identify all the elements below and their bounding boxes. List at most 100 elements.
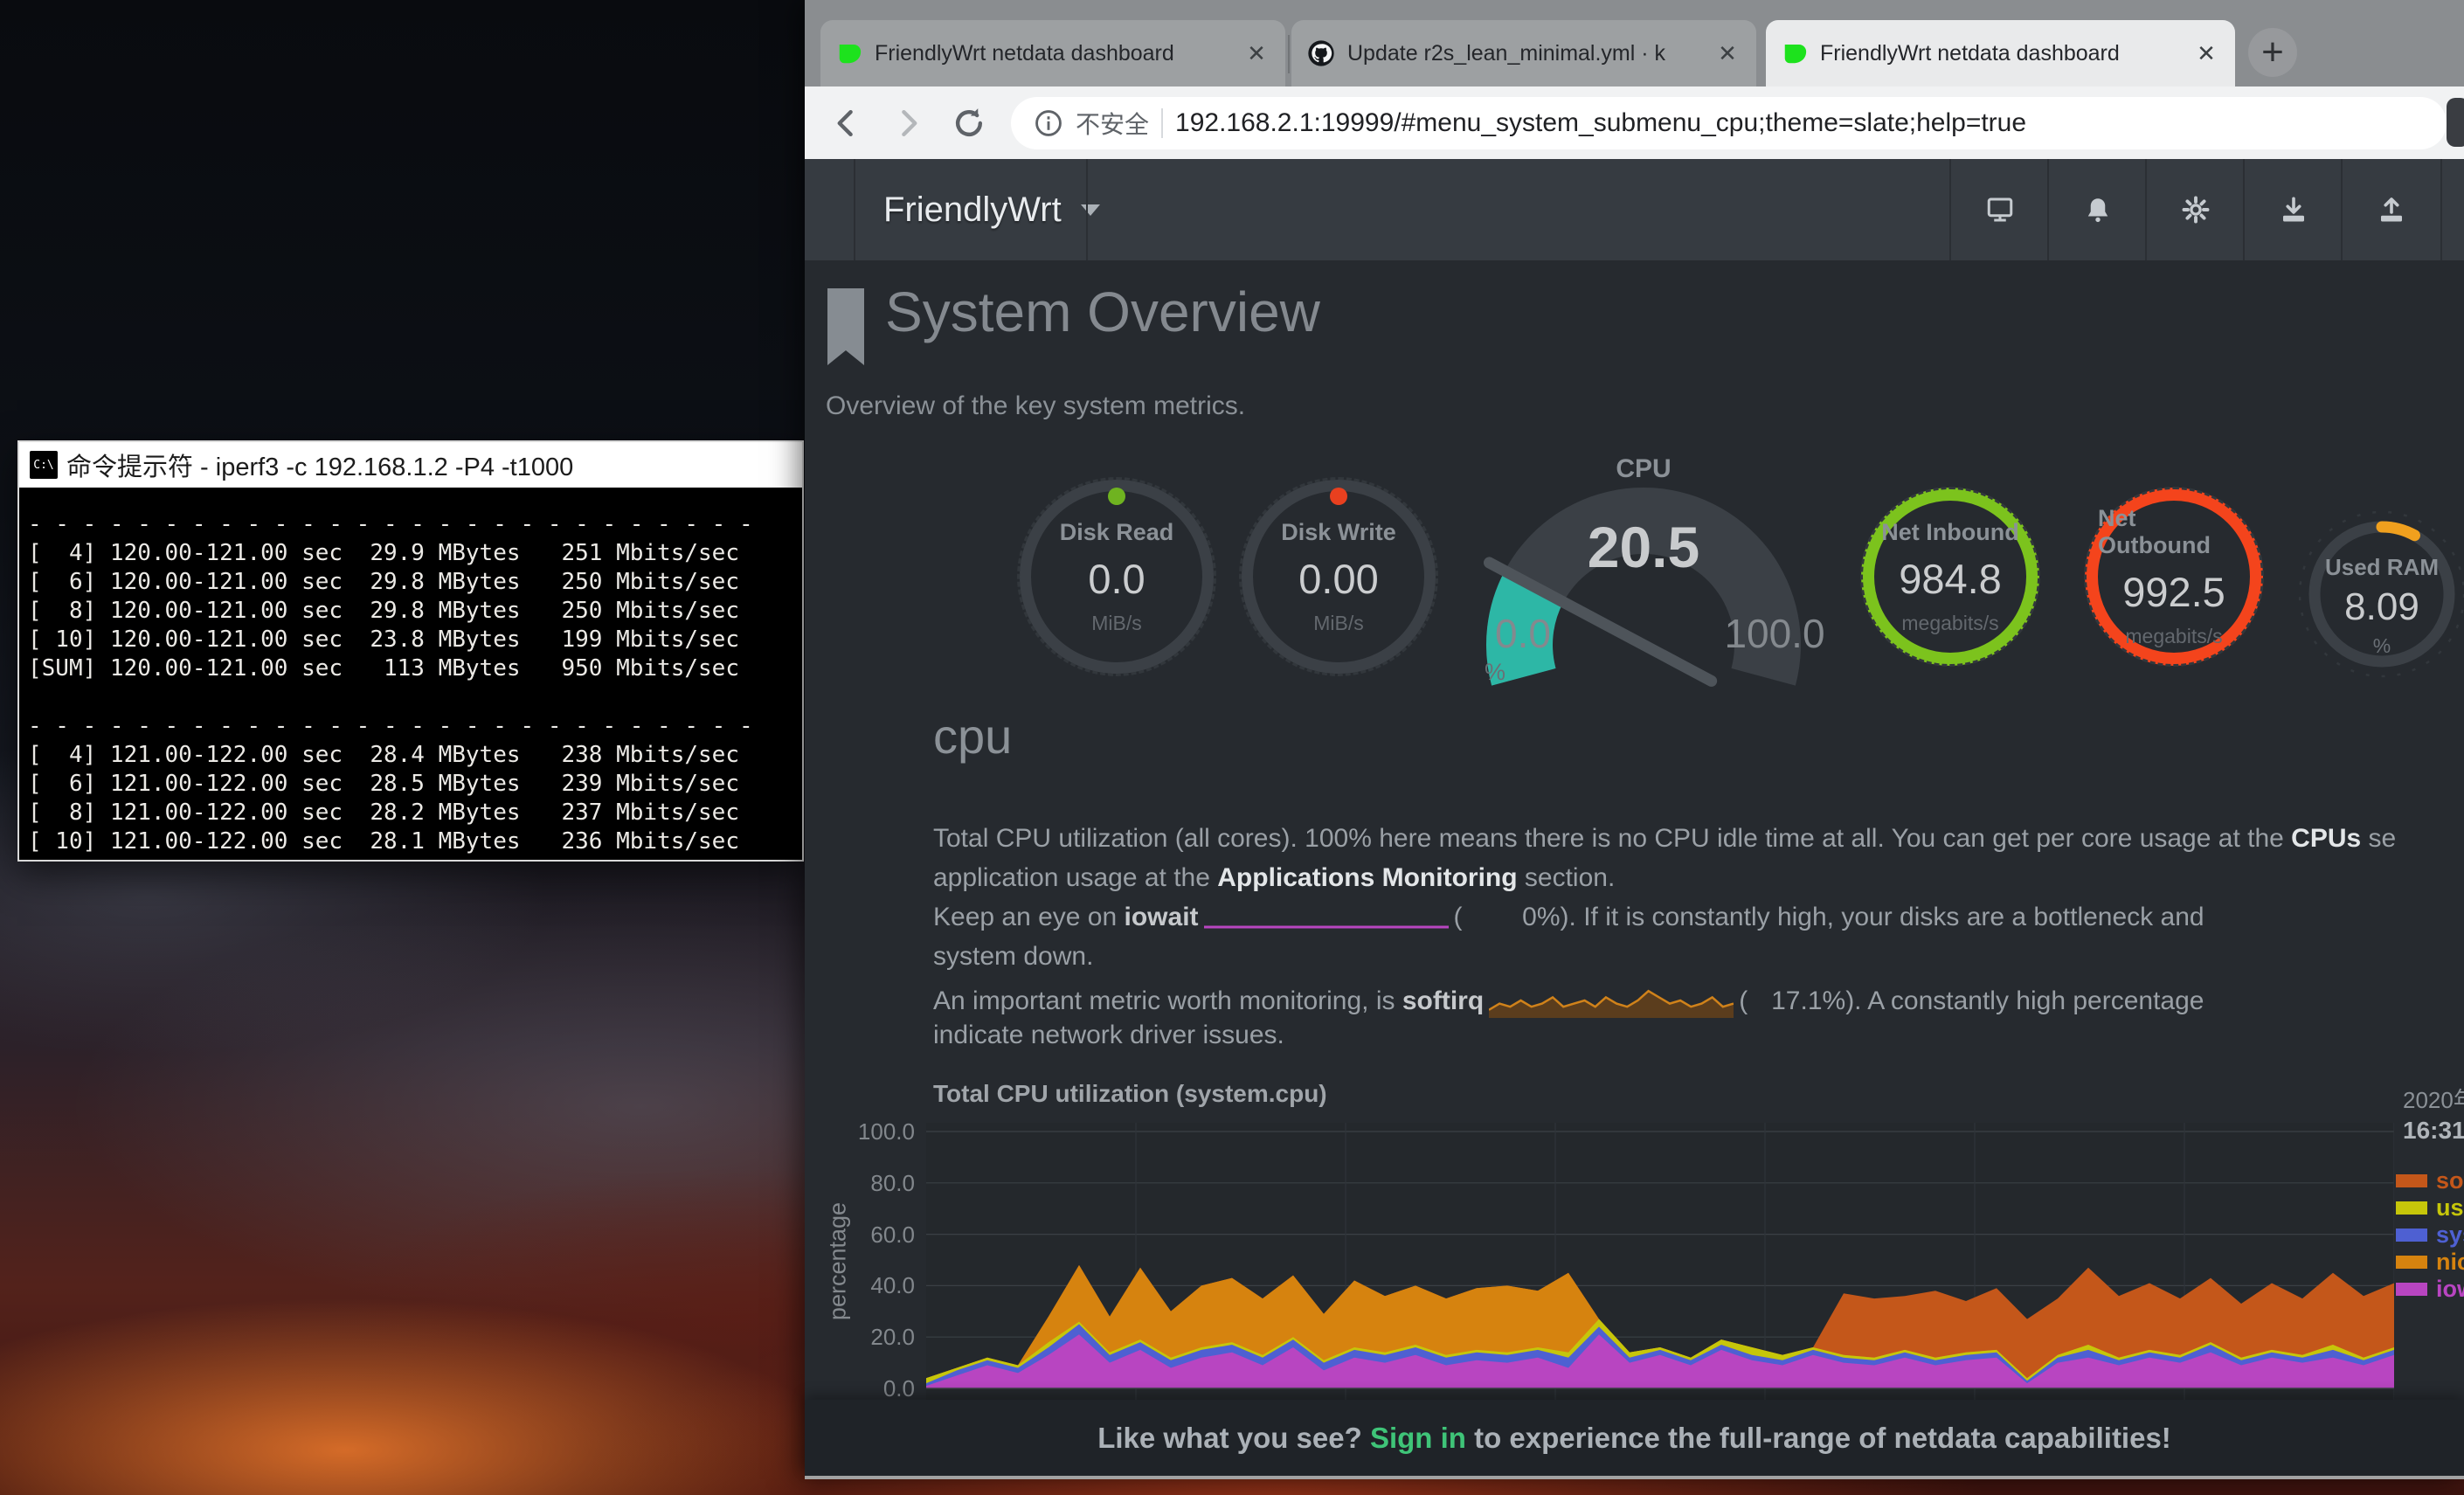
terminal-separator: - - - - - - - - - - - - - - - - - - - - … [28, 712, 790, 741]
chevron-down-icon [1081, 204, 1100, 216]
browser-tab-3-active[interactable]: FriendlyWrt netdata dashboard ✕ [1766, 20, 2235, 87]
text: ( [1739, 986, 1748, 1015]
url-divider [1161, 108, 1163, 138]
legend-item-softirq[interactable]: softirq [2396, 1167, 2464, 1194]
url-text[interactable]: 192.168.2.1:19999/#menu_system_submenu_c… [1175, 108, 2026, 138]
gear-icon [2180, 194, 2211, 225]
monitor-icon [1984, 194, 2016, 225]
text: system down. [933, 942, 1093, 971]
legend-label: system [2436, 1222, 2464, 1249]
cpu-description-line-6: indicate network driver issues. [933, 1021, 2464, 1050]
bell-icon [2082, 194, 2114, 225]
tab-title: FriendlyWrt netdata dashboard [1820, 41, 2179, 66]
text: Keep an eye on [933, 903, 1125, 931]
download-icon [2278, 194, 2309, 225]
tab-separator [1288, 35, 1290, 73]
gauge-min: 0.0 [1471, 610, 1575, 657]
legend-item-system[interactable]: system [2396, 1222, 2464, 1249]
legend-item-user[interactable]: user [2396, 1194, 2464, 1222]
new-tab-button[interactable]: + [2248, 28, 2297, 77]
ytick-100: 100.0 [812, 1118, 915, 1145]
gauge-label: Disk Read [1060, 519, 1174, 546]
softirq-term: softirq [1402, 986, 1484, 1015]
legend-item-iowait[interactable]: iowait [2396, 1276, 2464, 1303]
browser-tab-1[interactable]: FriendlyWrt netdata dashboard ✕ [820, 20, 1285, 87]
gauge-unit: MiB/s [1313, 612, 1364, 635]
forward-icon[interactable] [889, 104, 927, 142]
import-button[interactable] [2245, 159, 2343, 260]
reload-icon[interactable] [950, 104, 988, 142]
page-subtitle: Overview of the key system metrics. [826, 391, 1245, 421]
terminal-output: - - - - - - - - - - - - - - - - - - - - … [19, 488, 802, 860]
ytick-40: 40.0 [812, 1272, 915, 1299]
terminal-window[interactable]: C:\ 命令提示符 - iperf3 -c 192.168.1.2 -P4 -t… [17, 440, 804, 862]
cpu-description-line-2: application usage at the Applications Mo… [933, 863, 2464, 893]
applications-monitoring-link[interactable]: Applications Monitoring [1217, 863, 1517, 892]
cpu-utilization-chart[interactable] [926, 1123, 2394, 1400]
gauge-value: 0.0 [1088, 555, 1145, 603]
page-title: System Overview [885, 280, 1320, 344]
chart-ylabel: percentage [825, 1174, 852, 1349]
cpu-description-line-1: Total CPU utilization (all cores). 100% … [933, 824, 2464, 854]
ytick-20: 20.0 [812, 1324, 915, 1351]
legend-swatch [2396, 1256, 2427, 1269]
export-button[interactable] [2343, 159, 2440, 260]
netdata-tab-icon [836, 40, 862, 66]
cpus-link[interactable]: CPUs [2291, 824, 2361, 853]
tab-title: Update r2s_lean_minimal.yml · k [1347, 41, 1700, 66]
header-seam [1086, 159, 1088, 260]
signin-banner: Like what you see? Sign in to experience… [805, 1400, 2464, 1476]
browser-window: FriendlyWrt netdata dashboard ✕ Update r… [805, 0, 2464, 1479]
gauge-label: Net Inbound [1881, 519, 2018, 546]
netdata-host-name: FriendlyWrt [883, 190, 1062, 230]
gauge-unit: % [2312, 634, 2452, 658]
gauge-net-inbound[interactable]: Net Inbound 984.8 megabits/s [1861, 488, 2039, 666]
info-icon[interactable] [1034, 108, 1063, 138]
print-mode-button[interactable] [1951, 159, 2049, 260]
alarms-button[interactable] [2049, 159, 2147, 260]
text: section. [1518, 863, 1616, 892]
chart-date-label: 2020年3 [2403, 1083, 2464, 1115]
upload-icon [2376, 194, 2407, 225]
github-tab-icon [1307, 39, 1335, 67]
text: ( [1454, 903, 1463, 931]
iowait-sparkline [1204, 903, 1449, 932]
cpu-description-line-3: Keep an eye on iowait(0%). If it is cons… [933, 903, 2464, 932]
netdata-host-dropdown[interactable]: FriendlyWrt [883, 159, 1100, 260]
tab-close-icon[interactable]: ✕ [1242, 40, 1271, 67]
text: Total CPU utilization (all cores). 100% … [933, 824, 2291, 853]
sign-in-link[interactable]: Sign in [1370, 1422, 1466, 1454]
gauge-label: Used RAM [2312, 554, 2452, 581]
legend-swatch [2396, 1201, 2427, 1215]
tab-close-icon[interactable]: ✕ [1713, 40, 1742, 67]
gauge-value: 992.5 [2122, 568, 2225, 616]
legend-item-nice[interactable]: nice [2396, 1249, 2464, 1276]
gauge-label: Net Outbound [2098, 505, 2250, 559]
gauge-unit: % [1469, 659, 1521, 686]
gauge-disk-write[interactable]: Disk Write 0.00 MiB/s [1242, 480, 1436, 674]
terminal-blank-line [28, 683, 790, 712]
cpu-description-line-4: system down. [933, 942, 2464, 972]
address-bar[interactable]: 不安全 192.168.2.1:19999/#menu_system_subme… [1011, 97, 2447, 149]
browser-tab-2[interactable]: Update r2s_lean_minimal.yml · k ✕ [1291, 20, 1756, 87]
softirq-value: 17.1% [1748, 986, 1845, 1016]
text: ). If it is constantly high, your disks … [1561, 903, 2204, 931]
gauge-max: 100.0 [1705, 610, 1845, 657]
terminal-titlebar[interactable]: C:\ 命令提示符 - iperf3 -c 192.168.1.2 -P4 -t… [19, 442, 802, 488]
gauge-label: CPU [1574, 454, 1713, 484]
settings-button[interactable] [2147, 159, 2245, 260]
gauge-value: 984.8 [1899, 555, 2002, 603]
tab-close-icon[interactable]: ✕ [2191, 40, 2221, 67]
netdata-dashboard: System Overview Overview of the key syst… [805, 260, 2464, 1400]
terminal-block-2: [ 4] 121.00-122.00 sec 28.4 MBytes 238 M… [28, 741, 790, 860]
gauge-disk-read[interactable]: Disk Read 0.0 MiB/s [1020, 480, 1214, 674]
banner-text: to experience the full-range of netdata … [1466, 1422, 2171, 1454]
toolbar-partial-icon[interactable] [2447, 98, 2464, 147]
section-heading-cpu: cpu [933, 708, 1012, 765]
gauge-value: 0.00 [1298, 555, 1378, 603]
terminal-title: 命令提示符 - iperf3 -c 192.168.1.2 -P4 -t1000 [66, 446, 573, 483]
iowait-value: 0% [1463, 903, 1561, 932]
back-icon[interactable] [827, 104, 866, 142]
gauge-net-outbound[interactable]: Net Outbound 992.5 megabits/s [2085, 488, 2263, 666]
terminal-separator: - - - - - - - - - - - - - - - - - - - - … [28, 510, 790, 539]
